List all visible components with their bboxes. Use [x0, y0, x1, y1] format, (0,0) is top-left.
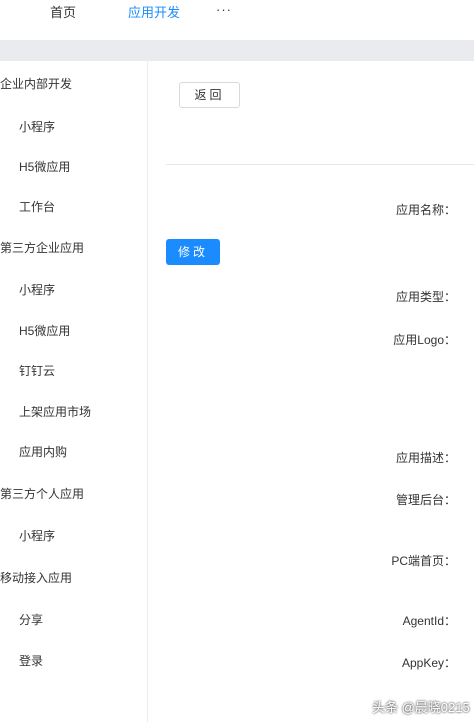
field-label-app-key: AppKey： — [401, 656, 456, 670]
sidebar: 企业内部开发 小程序 H5微应用 工作台 第三方企业应用 小程序 H5微应用 钉… — [0, 61, 148, 722]
sidebar-group-internal[interactable]: 企业内部开发 — [0, 76, 72, 92]
sidebar-item-tp-marketplace[interactable]: 上架应用市场 — [19, 404, 91, 420]
sidebar-item-tp-h5[interactable]: H5微应用 — [19, 323, 70, 339]
sidebar-item-tp-miniprogram[interactable]: 小程序 — [19, 282, 55, 298]
sidebar-item-internal-miniprogram[interactable]: 小程序 — [19, 119, 55, 135]
sidebar-item-personal-miniprogram[interactable]: 小程序 — [19, 528, 55, 544]
field-label-pc-homepage: PC端首页： — [391, 554, 456, 568]
sidebar-item-internal-workbench[interactable]: 工作台 — [19, 199, 55, 215]
field-label-app-name: 应用名称： — [395, 203, 456, 217]
sidebar-item-share[interactable]: 分享 — [19, 612, 43, 628]
sidebar-item-login[interactable]: 登录 — [19, 653, 43, 669]
sidebar-item-internal-h5[interactable]: H5微应用 — [19, 159, 70, 175]
watermark: 头条 @晨晓0215 — [372, 700, 470, 715]
field-label-app-type: 应用类型： — [395, 290, 456, 304]
edit-button[interactable]: 修改 — [166, 239, 220, 265]
nav-app-development[interactable]: 应用开发 — [128, 4, 180, 22]
top-navigation: 首页 应用开发 ··· — [0, 0, 474, 40]
sidebar-group-third-party-enterprise[interactable]: 第三方企业应用 — [0, 240, 84, 256]
content-divider — [166, 164, 474, 165]
nav-home[interactable]: 首页 — [50, 4, 76, 22]
sidebar-group-third-party-personal[interactable]: 第三方个人应用 — [0, 486, 84, 502]
field-label-agent-id: AgentId： — [402, 614, 456, 628]
sidebar-item-tp-in-app-purchase[interactable]: 应用内购 — [19, 444, 67, 460]
field-label-app-description: 应用描述： — [395, 451, 456, 465]
sidebar-item-tp-dingcloud[interactable]: 钉钉云 — [19, 363, 55, 379]
field-label-app-logo: 应用Logo： — [393, 333, 456, 347]
main-content: 返回 应用名称： 修改 应用类型： 应用Logo： 应用描述： 管理后台： PC… — [149, 61, 474, 722]
field-label-admin-backend: 管理后台： — [395, 493, 456, 507]
sidebar-group-mobile-access[interactable]: 移动接入应用 — [0, 570, 72, 586]
back-button[interactable]: 返回 — [179, 82, 240, 108]
header-separator-bar — [0, 40, 474, 61]
more-icon[interactable]: ··· — [216, 2, 232, 17]
